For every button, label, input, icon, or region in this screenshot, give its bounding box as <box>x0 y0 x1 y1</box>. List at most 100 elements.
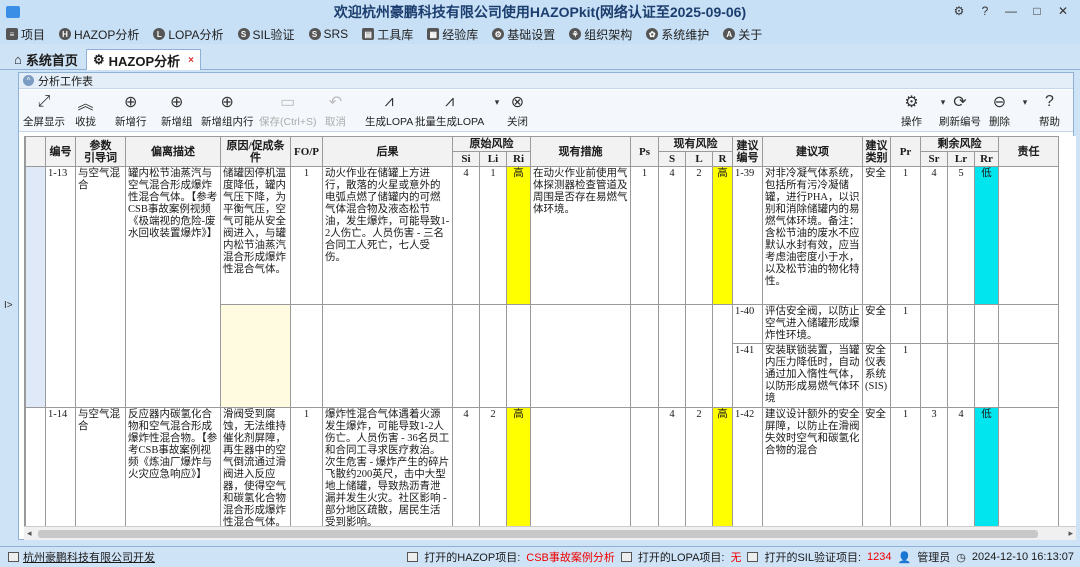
header-s[interactable]: S <box>658 151 686 167</box>
menu-srs[interactable]: S SRS <box>308 27 348 41</box>
cell-ri[interactable] <box>506 304 531 408</box>
cell-cause[interactable]: 储罐因停机温度降低，罐内气压下降，为平衡气压，空气可能从安全阀进入，与罐内松节油… <box>220 166 291 305</box>
cell-lr[interactable] <box>947 343 975 408</box>
menu-lopa[interactable]: L LOPA分析 <box>153 26 224 43</box>
header-ps[interactable]: Ps <box>630 136 659 167</box>
cell-deviation[interactable]: 罐内松节油蒸汽与空气混合形成爆炸性混合气体。【参考CSB事故案例视频《极端视的危… <box>125 166 221 408</box>
add-group-button[interactable]: ⊕ 新增组 <box>161 92 193 129</box>
settings-icon[interactable]: ⚙ <box>948 2 970 20</box>
header-r[interactable]: R <box>712 151 733 167</box>
cancel-button[interactable]: ↶ 取消 <box>325 92 346 129</box>
cell-pr[interactable]: 1 <box>890 343 921 408</box>
close-button[interactable]: ✕ <box>1052 2 1074 20</box>
cell-owner[interactable] <box>998 407 1059 526</box>
header-rr[interactable]: Rr <box>974 151 999 167</box>
cell-consequence[interactable] <box>322 304 453 408</box>
cell-lr[interactable]: 5 <box>947 166 975 305</box>
batch-lopa-dropdown[interactable]: ▾ <box>487 92 507 112</box>
cell-li[interactable]: 2 <box>479 407 507 526</box>
cell-no[interactable]: 1-14 <box>45 407 76 526</box>
delete-dropdown[interactable]: ▾ <box>1015 92 1035 112</box>
scroll-right-icon[interactable]: ▸ <box>1068 528 1073 539</box>
header-rec-no[interactable]: 建议 编号 <box>732 136 763 167</box>
cell-l[interactable]: 2 <box>685 166 713 305</box>
cell-param[interactable]: 与空气混合 <box>75 407 126 526</box>
header-l[interactable]: L <box>685 151 713 167</box>
help-icon[interactable]: ? <box>974 2 996 20</box>
renumber-button[interactable]: ⟳ 刷新编号 <box>939 92 981 129</box>
cell-cause[interactable] <box>220 304 291 408</box>
cell-param[interactable]: 与空气混合 <box>75 166 126 408</box>
cell-ps[interactable]: 1 <box>630 166 659 305</box>
collapse-panel-icon[interactable]: ^ <box>23 75 34 86</box>
menu-hazop[interactable]: H HAZOP分析 <box>59 26 139 43</box>
header-li[interactable]: Li <box>479 151 507 167</box>
cell-r[interactable] <box>712 304 733 408</box>
cell-pr[interactable]: 1 <box>890 407 921 526</box>
save-button[interactable]: ▭ 保存(Ctrl+S) <box>259 92 316 129</box>
cell-consequence[interactable]: 爆炸性混合气体遇着火源发生爆炸，可能导致1-2人伤亡。人员伤害 - 36名员工和… <box>322 407 453 526</box>
help-button[interactable]: ? 帮助 <box>1039 92 1060 129</box>
cell-rec-type[interactable]: 安全 <box>862 304 891 344</box>
cell-rr[interactable] <box>974 343 999 408</box>
header-owner[interactable]: 责任 <box>998 136 1059 167</box>
cell-measures[interactable] <box>530 304 631 408</box>
cell-sr[interactable] <box>920 304 948 344</box>
header-fop[interactable]: FO/P <box>290 136 323 167</box>
maximize-button[interactable]: □ <box>1026 2 1048 20</box>
cell-fop[interactable]: 1 <box>290 407 323 526</box>
close-tab-icon[interactable]: × <box>188 55 194 66</box>
fullscreen-button[interactable]: ⤢ 全屏显示 <box>23 92 65 129</box>
close-sheet-button[interactable]: ⊗ 关闭 <box>507 92 528 129</box>
row-indicator[interactable] <box>25 407 46 526</box>
cell-owner[interactable] <box>998 304 1059 344</box>
add-row-button[interactable]: ⊕ 新增行 <box>115 92 147 129</box>
header-no[interactable]: 编号 <box>45 136 76 167</box>
cell-cause[interactable]: 滑阀受到腐蚀，无法维持催化剂屏障，再生器中的空气倒流通过滑阀进入反应器，使得空气… <box>220 407 291 526</box>
cell-rr[interactable]: 低 <box>974 407 999 526</box>
cell-ri[interactable]: 高 <box>506 166 531 305</box>
cell-lr[interactable]: 4 <box>947 407 975 526</box>
cell-ps[interactable] <box>630 304 659 408</box>
cell-pr[interactable]: 1 <box>890 304 921 344</box>
tab-hazop[interactable]: ⚙ HAZOP分析 × <box>86 49 202 70</box>
horizontal-scrollbar[interactable]: ◂ ▸ <box>24 526 1076 540</box>
menu-organization[interactable]: ⚘ 组织架构 <box>569 26 632 43</box>
cell-rec-type[interactable]: 安全 <box>862 407 891 526</box>
cell-rec-no[interactable]: 1-42 <box>732 407 763 526</box>
header-pr[interactable]: Pr <box>890 136 921 167</box>
header-si[interactable]: Si <box>452 151 480 167</box>
cell-rec[interactable]: 建议设计额外的安全屏障，以防止在滑阀失效时空气和碳氢化合物的混合 <box>762 407 863 526</box>
cell-r[interactable]: 高 <box>712 407 733 526</box>
cell-sr[interactable] <box>920 343 948 408</box>
cell-rr[interactable] <box>974 304 999 344</box>
row-indicator[interactable] <box>25 166 46 408</box>
cell-deviation[interactable]: 反应器内碳氢化合物和空气混合形成爆炸性混合物。【参考CSB事故案例视频《炼油厂爆… <box>125 407 221 526</box>
header-ri[interactable]: Ri <box>506 151 531 167</box>
cell-rec[interactable]: 评估安全阀，以防止空气进入储罐形成爆炸性环境。 <box>762 304 863 344</box>
header-curr-risk[interactable]: 现有风险 <box>658 136 733 152</box>
header-lr[interactable]: Lr <box>947 151 975 167</box>
menu-maintenance[interactable]: ✿ 系统维护 <box>646 26 709 43</box>
collapse-button[interactable]: ︽ 收拢 <box>75 92 96 129</box>
cell-sr[interactable]: 4 <box>920 166 948 305</box>
cell-measures[interactable]: 在动火作业前使用气体探测器检查管道及周围是否存在易燃气体环境。 <box>530 166 631 305</box>
table-row[interactable]: 1-13 与空气混合 罐内松节油蒸汽与空气混合形成爆炸性混合气体。【参考CSB事… <box>25 166 1059 408</box>
cell-si[interactable]: 4 <box>452 407 480 526</box>
cell-rec[interactable]: 安装联锁装置，当罐内压力降低时，自动通过加入惰性气体，以防形成易燃气体环境 <box>762 343 863 408</box>
cell-rec-type[interactable]: 安全 <box>862 166 891 305</box>
cell-owner[interactable] <box>998 166 1059 305</box>
cell-no[interactable]: 1-13 <box>45 166 76 408</box>
cell-rr[interactable]: 低 <box>974 166 999 305</box>
cell-lr[interactable] <box>947 304 975 344</box>
cell-ps[interactable] <box>630 407 659 526</box>
cell-li[interactable]: 1 <box>479 166 507 305</box>
scroll-left-icon[interactable]: ◂ <box>27 528 32 539</box>
header-measures[interactable]: 现有措施 <box>530 136 631 167</box>
cell-ri[interactable]: 高 <box>506 407 531 526</box>
cell-l[interactable] <box>685 304 713 408</box>
cell-consequence[interactable]: 动火作业在储罐上方进行，散落的火星或意外的电弧点燃了储罐内的可燃气体混合物及液态… <box>322 166 453 305</box>
operate-button[interactable]: ⚙ 操作 <box>901 92 922 129</box>
cell-s[interactable] <box>658 304 686 408</box>
scroll-thumb[interactable] <box>38 530 1038 538</box>
